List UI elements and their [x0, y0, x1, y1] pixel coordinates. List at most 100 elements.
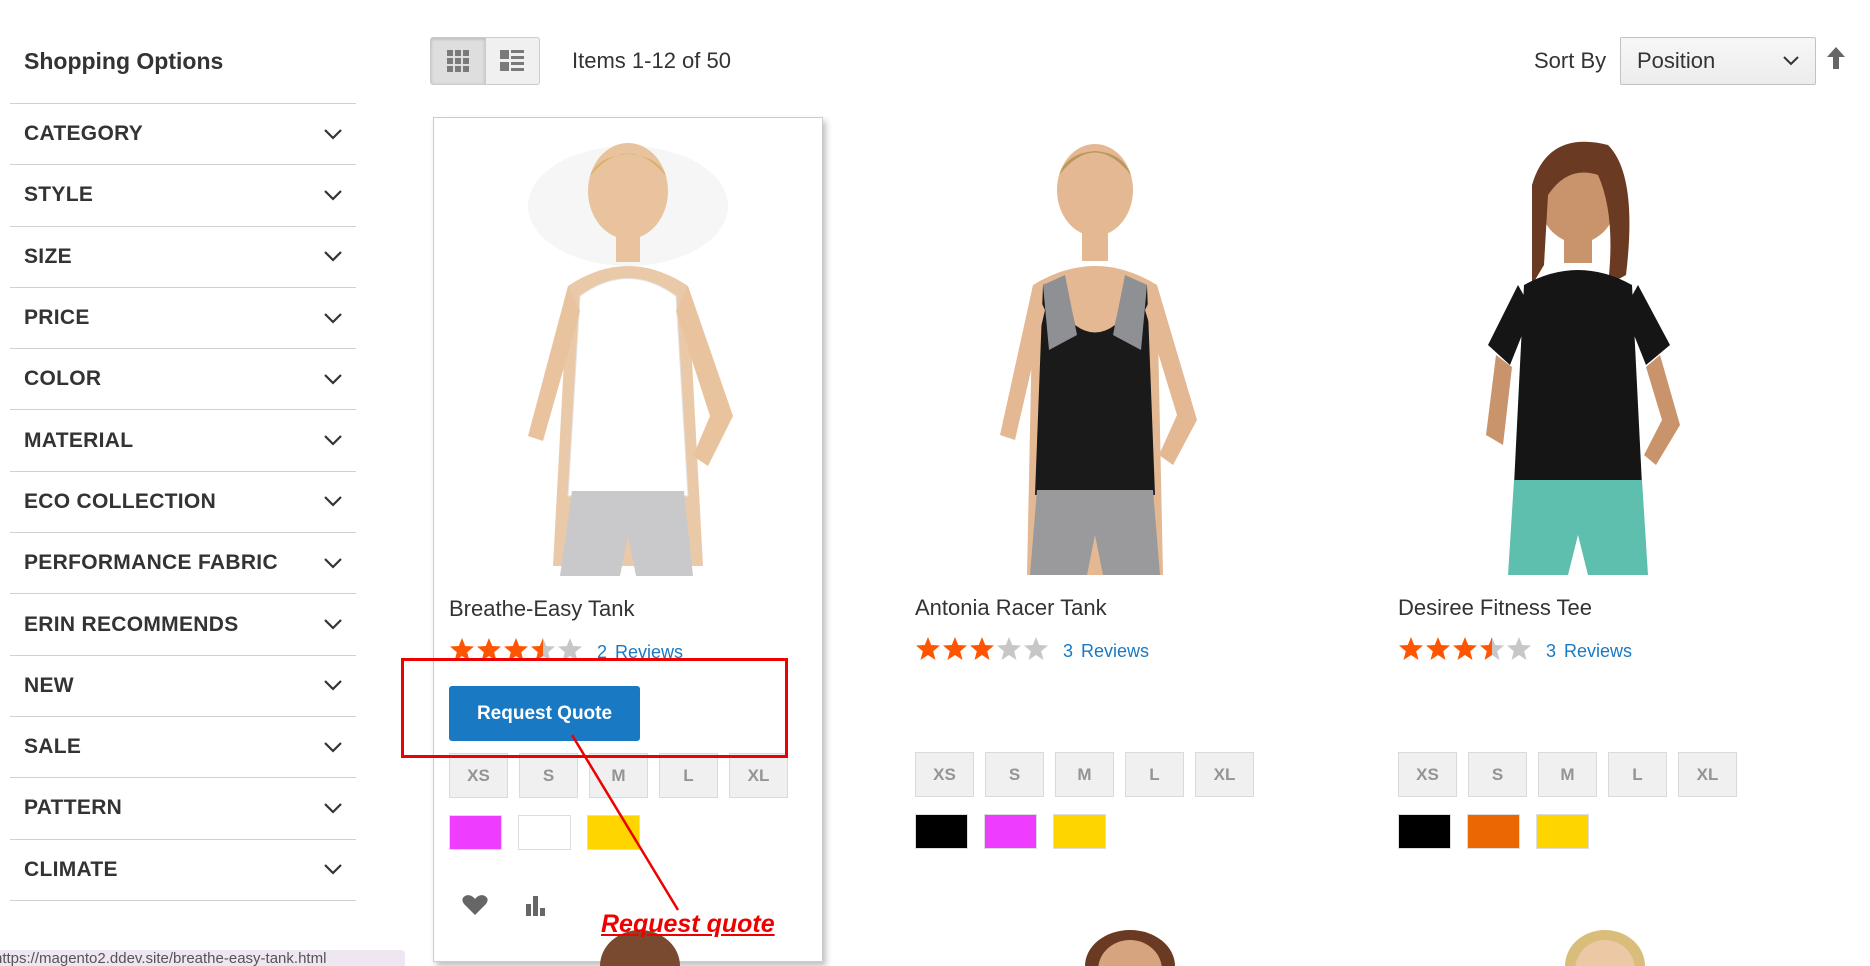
reviews-label: Reviews	[1081, 640, 1150, 661]
filter-label: COLOR	[24, 367, 102, 391]
filter-label: SALE	[24, 735, 82, 759]
filter-material[interactable]: MATERIAL	[10, 410, 356, 472]
product-rating: 3 Reviews	[1398, 636, 1632, 666]
size-option-s[interactable]: S	[519, 753, 578, 798]
chevron-down-icon	[324, 557, 342, 569]
filter-size[interactable]: SIZE	[10, 227, 356, 288]
review-count: 3	[1063, 640, 1074, 661]
chevron-down-icon	[324, 864, 342, 875]
color-swatch[interactable]	[1536, 814, 1589, 849]
color-swatch[interactable]	[1053, 814, 1106, 849]
filter-color[interactable]: COLOR	[10, 349, 356, 411]
color-swatches	[1398, 814, 1589, 849]
star-icon	[1479, 636, 1505, 666]
filter-label: CATEGORY	[24, 122, 144, 146]
star-icon	[942, 636, 968, 666]
shopping-options-title: Shopping Options	[24, 48, 224, 74]
reviews-label: Reviews	[1564, 640, 1633, 661]
color-swatch[interactable]	[518, 815, 571, 850]
compare-icon[interactable]	[524, 894, 548, 916]
star-icon	[1425, 636, 1451, 666]
arrow-up-icon	[1827, 47, 1845, 69]
size-option-xl[interactable]: XL	[1678, 752, 1737, 797]
size-option-xs[interactable]: XS	[449, 753, 508, 798]
color-swatch[interactable]	[915, 814, 968, 849]
filter-performance-fabric[interactable]: PERFORMANCE FABRIC	[10, 533, 356, 595]
sort-select[interactable]: Position	[1620, 37, 1816, 85]
product-name[interactable]: Antonia Racer Tank	[915, 595, 1107, 621]
reviews-link[interactable]: 3 Reviews	[1546, 641, 1632, 662]
heart-icon[interactable]	[462, 894, 488, 916]
chevron-down-icon	[324, 251, 342, 262]
filter-label: PATTERN	[24, 796, 123, 820]
size-option-l[interactable]: L	[1125, 752, 1184, 797]
reviews-link[interactable]: 3 Reviews	[1063, 641, 1149, 662]
chevron-down-icon	[324, 374, 342, 385]
rating-stars	[1398, 636, 1532, 666]
chevron-down-icon	[324, 741, 342, 753]
filter-pattern[interactable]: PATTERN	[10, 778, 356, 840]
filter-label: STYLE	[24, 183, 94, 207]
color-swatch[interactable]	[984, 814, 1037, 849]
toolbar-amount: Items 1-12 of 50	[572, 48, 731, 73]
filter-label: PRICE	[24, 306, 90, 330]
filter-label: MATERIAL	[24, 428, 134, 452]
grid-icon	[446, 50, 469, 72]
product-image[interactable]	[1448, 135, 1708, 575]
filter-eco-collection[interactable]: ECO COLLECTION	[10, 472, 356, 534]
annotation-label: Request quote	[601, 910, 775, 938]
grid-mode-button[interactable]	[431, 38, 485, 84]
sort-direction-button[interactable]	[1826, 46, 1846, 75]
size-option-l[interactable]: L	[1608, 752, 1667, 797]
size-swatches: XS S M L XL	[915, 752, 1254, 797]
browser-status-bar: https://magento2.ddev.site/breathe-easy-…	[0, 950, 405, 966]
product-image-peek	[1085, 930, 1175, 966]
size-option-xl[interactable]: XL	[1195, 752, 1254, 797]
filter-erin-recommends[interactable]: ERIN RECOMMENDS	[10, 594, 356, 656]
size-option-m[interactable]: M	[1055, 752, 1114, 797]
filter-new[interactable]: NEW	[10, 656, 356, 717]
chevron-down-icon	[324, 190, 342, 201]
sort-select-value: Position	[1637, 48, 1716, 73]
color-swatch[interactable]	[1467, 814, 1520, 849]
filter-label: CLIMATE	[24, 857, 118, 881]
size-option-xs[interactable]: XS	[915, 752, 974, 797]
filter-sale[interactable]: SALE	[10, 717, 356, 779]
star-icon	[1023, 636, 1049, 666]
star-icon	[1506, 636, 1532, 666]
list-mode-button[interactable]	[484, 38, 539, 84]
size-option-s[interactable]: S	[985, 752, 1044, 797]
size-option-xl[interactable]: XL	[729, 753, 788, 798]
size-option-l[interactable]: L	[659, 753, 718, 798]
chevron-down-icon	[324, 496, 342, 507]
list-icon	[500, 50, 525, 71]
chevron-down-icon	[324, 435, 342, 446]
filter-category[interactable]: CATEGORY	[10, 104, 356, 166]
chevron-down-icon	[324, 803, 342, 814]
size-option-m[interactable]: M	[589, 753, 648, 798]
filter-climate[interactable]: CLIMATE	[10, 840, 356, 901]
product-rating: 3 Reviews	[915, 636, 1149, 666]
size-option-xs[interactable]: XS	[1398, 752, 1457, 797]
rating-stars	[915, 636, 1049, 666]
filter-style[interactable]: STYLE	[10, 165, 356, 227]
star-icon	[915, 636, 941, 666]
color-swatch[interactable]	[1398, 814, 1451, 849]
product-name[interactable]: Breathe-Easy Tank	[449, 596, 634, 622]
product-name[interactable]: Desiree Fitness Tee	[1398, 595, 1592, 621]
filter-label: NEW	[24, 673, 74, 697]
size-option-s[interactable]: S	[1468, 752, 1527, 797]
product-actions	[462, 894, 548, 916]
color-swatches	[449, 815, 640, 850]
color-swatch[interactable]	[587, 815, 640, 850]
color-swatches	[915, 814, 1106, 849]
chevron-down-icon	[324, 312, 342, 324]
color-swatch[interactable]	[449, 815, 502, 850]
size-option-m[interactable]: M	[1538, 752, 1597, 797]
product-image[interactable]	[498, 136, 758, 576]
sort-by-label: Sort By	[1534, 48, 1607, 73]
filter-price[interactable]: PRICE	[10, 288, 356, 350]
chevron-down-icon	[324, 128, 342, 140]
product-card-1[interactable]: Breathe-Easy Tank 2 Reviews Request Quote…	[433, 117, 823, 962]
product-image[interactable]	[965, 135, 1225, 575]
